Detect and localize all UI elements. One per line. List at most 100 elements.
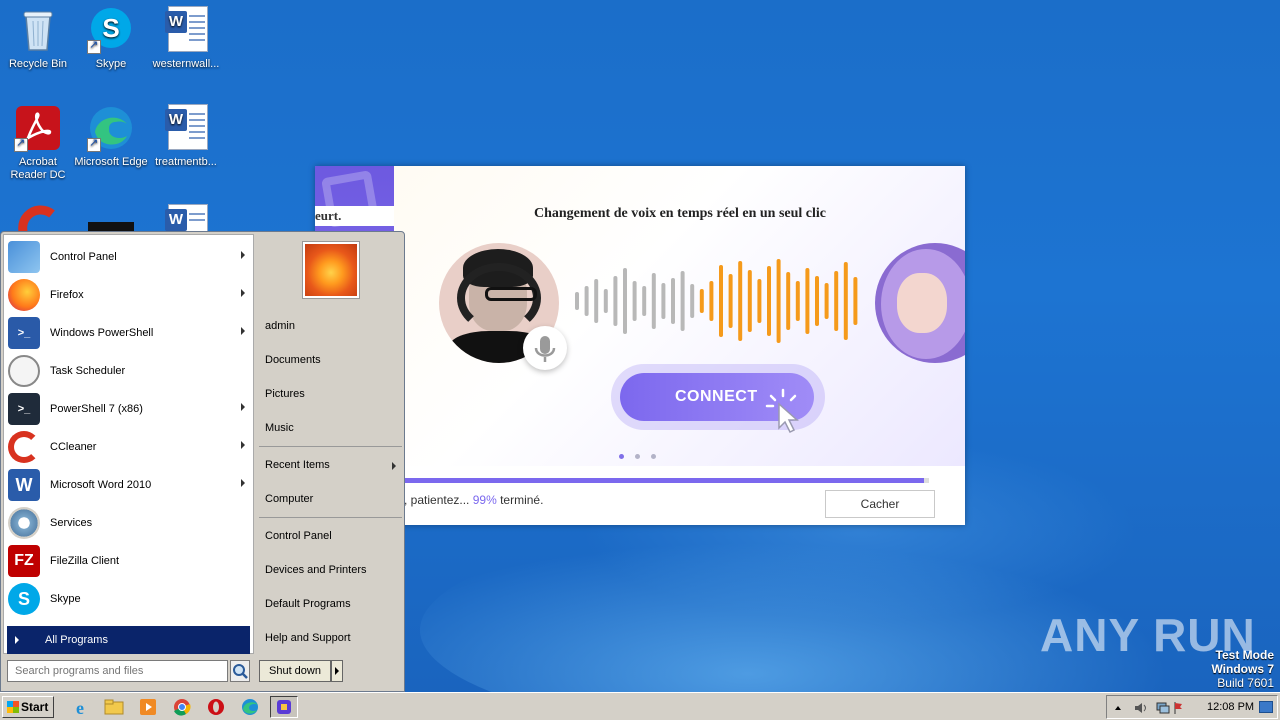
- start-button[interactable]: Start: [2, 696, 54, 718]
- program-item-windows-powershell[interactable]: >_ Windows PowerShell: [8, 315, 253, 351]
- recycle-bin-icon: [14, 6, 62, 54]
- program-item-control-panel[interactable]: Control Panel: [8, 239, 253, 275]
- waveform-bar: [584, 286, 589, 316]
- desktop-icon-recycle-bin[interactable]: Recycle Bin: [0, 6, 76, 71]
- waveform-bar: [603, 289, 608, 313]
- program-label: FileZilla Client: [50, 555, 120, 567]
- show-desktop-button[interactable]: [1259, 701, 1273, 713]
- edge-icon[interactable]: [238, 697, 262, 717]
- start-label: Start: [21, 700, 49, 714]
- banner-side-text: eurt.: [315, 206, 394, 226]
- program-item-task-scheduler[interactable]: Task Scheduler: [8, 353, 253, 389]
- place-item-user[interactable]: admin: [265, 320, 400, 332]
- desktop-icon-label: Acrobat Reader DC: [10, 156, 66, 181]
- shutdown-button[interactable]: Shut down: [259, 660, 331, 682]
- install-progress-bar: [404, 478, 929, 483]
- svg-text:S: S: [102, 13, 119, 43]
- program-item-skype[interactable]: S Skype: [8, 581, 253, 617]
- place-item-devices-printers[interactable]: Devices and Printers: [265, 564, 400, 576]
- start-menu: Control Panel Firefox >_ Windows PowerSh…: [0, 231, 405, 692]
- waveform-bar: [767, 266, 771, 336]
- waveform-bar: [728, 274, 733, 328]
- filezilla-icon: FZ: [8, 545, 40, 577]
- ie-icon[interactable]: e: [68, 697, 92, 718]
- ccleaner-icon: [8, 431, 40, 463]
- shortcut-arrow-icon: [87, 38, 101, 54]
- submenu-arrow-icon: [392, 462, 396, 470]
- program-label: Windows PowerShell: [50, 327, 154, 339]
- waveform-bar: [623, 268, 627, 334]
- shutdown-options-button[interactable]: [331, 660, 343, 682]
- place-item-recent-items[interactable]: Recent Items: [265, 459, 400, 471]
- taskbar: Start e 12:08 PM: [0, 692, 1280, 720]
- program-item-ccleaner[interactable]: CCleaner: [8, 429, 253, 465]
- hide-button[interactable]: Cacher: [825, 490, 935, 518]
- desktop-icon-label: westernwall...: [152, 58, 220, 70]
- carousel-dot[interactable]: [635, 454, 640, 459]
- test-mode-line: Test Mode: [1215, 648, 1274, 662]
- windows-version-line: Windows 7: [1211, 662, 1274, 676]
- waveform-bar: [805, 268, 810, 334]
- chrome-icon[interactable]: [170, 697, 194, 717]
- word-document-icon[interactable]: [162, 204, 210, 232]
- opera-icon[interactable]: [204, 697, 228, 717]
- search-button[interactable]: [230, 660, 250, 682]
- program-item-services[interactable]: Services: [8, 505, 253, 541]
- taskbar-clock[interactable]: 12:08 PM: [1207, 701, 1254, 713]
- program-label: Services: [50, 517, 93, 529]
- ccleaner-desktop-icon[interactable]: [14, 204, 62, 232]
- program-label: Firefox: [50, 289, 84, 301]
- firefox-icon: [8, 279, 40, 311]
- carousel-dot[interactable]: [619, 454, 624, 459]
- carousel-dot[interactable]: [651, 454, 656, 459]
- place-item-computer[interactable]: Computer: [265, 493, 400, 505]
- powershell-icon: >_: [8, 317, 40, 349]
- carousel-dots: [619, 450, 667, 462]
- status-prefix: , patientez...: [404, 493, 470, 507]
- waveform-bar: [853, 277, 858, 325]
- waveform-bar: [699, 289, 704, 313]
- user-avatar[interactable]: [303, 242, 359, 298]
- desktop-icon-edge[interactable]: Microsoft Edge: [73, 104, 149, 169]
- system-tray: 12:08 PM: [1106, 695, 1278, 719]
- place-item-control-panel[interactable]: Control Panel: [265, 530, 400, 542]
- program-item-firefox[interactable]: Firefox: [8, 277, 253, 313]
- desktop-icon-word-doc-1[interactable]: westernwall...: [148, 6, 224, 71]
- start-menu-places-pane: admin Documents Pictures Music Recent It…: [257, 234, 404, 690]
- place-item-pictures[interactable]: Pictures: [265, 388, 400, 400]
- status-suffix: terminé.: [500, 493, 544, 507]
- place-item-music[interactable]: Music: [265, 422, 400, 434]
- microphone-icon: [523, 326, 567, 370]
- desktop-icon-skype[interactable]: S Skype: [73, 6, 149, 71]
- audio-waveform: [575, 259, 858, 343]
- voice-changer-installer-window: eurt. Changement de voix en temps réel e…: [315, 166, 965, 525]
- tray-icons[interactable]: [1111, 701, 1183, 715]
- voice-app-icon[interactable]: [270, 696, 298, 718]
- test-mode-notice: Test Mode Windows 7 Build 7601: [1211, 648, 1274, 690]
- desktop-icon-label: treatmentb...: [155, 156, 217, 168]
- start-search-input[interactable]: [7, 660, 228, 682]
- place-item-default-programs[interactable]: Default Programs: [265, 598, 400, 610]
- waveform-bar: [719, 265, 723, 337]
- skype-icon: S: [87, 6, 135, 54]
- female-avatar-image: [875, 243, 965, 363]
- waveform-bar: [843, 262, 848, 340]
- word-document-icon: [162, 6, 210, 54]
- word-document-icon: [162, 104, 210, 152]
- banner-title: Changement de voix en temps réel en un s…: [533, 206, 827, 221]
- desktop-icon-acrobat[interactable]: Acrobat Reader DC: [0, 104, 76, 182]
- place-item-help-support[interactable]: Help and Support: [265, 632, 400, 644]
- submenu-arrow-icon: [241, 479, 245, 487]
- program-item-filezilla[interactable]: FZ FileZilla Client: [8, 543, 253, 579]
- program-item-powershell-7[interactable]: >_ PowerShell 7 (x86): [8, 391, 253, 427]
- waveform-bar: [757, 279, 762, 323]
- program-item-word-2010[interactable]: W Microsoft Word 2010: [8, 467, 253, 503]
- desktop-icon-word-doc-2[interactable]: treatmentb...: [148, 104, 224, 169]
- submenu-arrow-icon: [241, 403, 245, 411]
- place-item-documents[interactable]: Documents: [265, 354, 400, 366]
- media-player-icon[interactable]: [136, 697, 160, 717]
- all-programs-button[interactable]: All Programs: [7, 626, 250, 654]
- explorer-icon[interactable]: [102, 697, 126, 717]
- submenu-arrow-icon: [241, 327, 245, 335]
- program-label: Microsoft Word 2010: [50, 479, 152, 491]
